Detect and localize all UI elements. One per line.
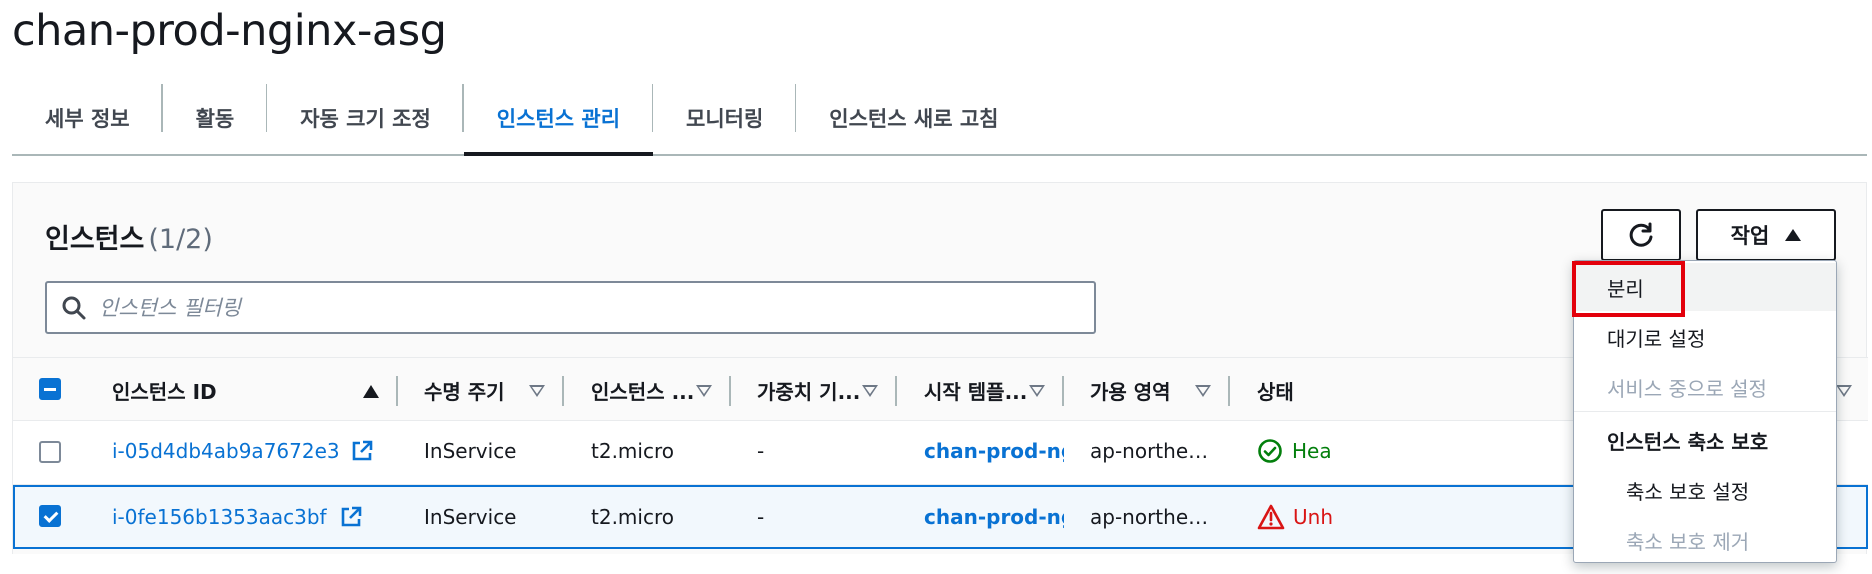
- external-link-icon[interactable]: [339, 505, 363, 529]
- sort-icon[interactable]: [529, 358, 549, 422]
- tab-instance-management[interactable]: 인스턴스 관리: [463, 82, 654, 156]
- instances-heading: 인스턴스 (1/2): [45, 217, 213, 256]
- instance-type-cell: t2.micro: [591, 439, 674, 463]
- column-label: 가중치 기...: [757, 379, 861, 404]
- tab-automatic-scaling[interactable]: 자동 크기 조정: [267, 82, 464, 154]
- tab-activity[interactable]: 활동: [163, 82, 268, 154]
- column-header-launch-template[interactable]: 시작 템플...: [924, 358, 1027, 422]
- column-header-availability-zone[interactable]: 가용 영역: [1090, 358, 1171, 422]
- refresh-icon: [1629, 222, 1653, 247]
- sort-icon[interactable]: [1195, 358, 1215, 422]
- sort-glyph: [529, 385, 545, 397]
- column-header-instance-id[interactable]: 인스턴스 ID: [112, 358, 217, 422]
- instance-id-cell: i-0fe156b1353aac3bf: [112, 487, 363, 547]
- tab-bar: 세부 정보 활동 자동 크기 조정 인스턴스 관리 모니터링 인스턴스 새로 고…: [12, 82, 1867, 156]
- launch-template-cell: chan-prod-ngin: [924, 487, 1064, 547]
- search-input[interactable]: [99, 283, 1079, 332]
- lifecycle-cell: InService: [424, 439, 517, 463]
- weight-cell: -: [757, 439, 765, 463]
- sort-icon[interactable]: [696, 358, 716, 422]
- column-label: 상태: [1257, 379, 1294, 404]
- availability-zone-cell: ap-northe…: [1090, 505, 1209, 529]
- tab-label: 활동: [195, 107, 235, 131]
- menu-item-remove-scale-in-protection: 축소 보호 제거: [1626, 529, 1750, 554]
- sort-ascending-icon[interactable]: [363, 358, 383, 422]
- page: chan-prod-nginx-asg 세부 정보 활동 자동 크기 조정 인스…: [0, 0, 1872, 574]
- health-status-text: Unh: [1293, 505, 1333, 529]
- menu-divider: [1574, 411, 1836, 412]
- column-header-lifecycle[interactable]: 수명 주기: [424, 358, 505, 422]
- column-label: 시작 템플...: [924, 379, 1028, 404]
- menu-group-scale-in-protection: 인스턴스 축소 보호: [1607, 429, 1769, 454]
- check-circle-icon: [1258, 439, 1282, 463]
- caret-up-icon: [1785, 229, 1802, 241]
- search-field[interactable]: [45, 281, 1096, 334]
- column-header-health[interactable]: 상태: [1257, 358, 1294, 422]
- tab-label: 자동 크기 조정: [300, 107, 431, 131]
- column-label: 수명 주기: [424, 379, 505, 404]
- launch-template-link[interactable]: chan-prod-ngin: [924, 505, 1064, 529]
- tab-label: 인스턴스 새로 고침: [829, 107, 999, 131]
- column-resizer[interactable]: [1062, 376, 1064, 406]
- row-checkbox[interactable]: [39, 441, 61, 463]
- sort-icon[interactable]: [862, 358, 882, 422]
- column-header-weight[interactable]: 가중치 기...: [757, 358, 860, 422]
- column-label: 인스턴스 ID: [112, 379, 217, 404]
- availability-zone-cell: ap-northe…: [1090, 439, 1209, 463]
- sort-glyph: [1029, 385, 1045, 397]
- actions-button[interactable]: 작업: [1696, 209, 1836, 261]
- tab-label: 세부 정보: [45, 107, 130, 131]
- health-status-text: Hea: [1292, 439, 1332, 463]
- instances-heading-text: 인스턴스: [45, 224, 145, 255]
- column-header-instance-type[interactable]: 인스턴스 ...: [591, 358, 694, 422]
- refresh-button[interactable]: [1601, 209, 1681, 261]
- page-title: chan-prod-nginx-asg: [12, 6, 447, 56]
- select-all-checkbox[interactable]: [39, 378, 61, 400]
- instance-type-cell: t2.micro: [591, 505, 674, 529]
- instance-id-link[interactable]: i-05d4db4ab9a7672e3: [112, 439, 340, 463]
- external-link-icon[interactable]: [350, 439, 374, 463]
- menu-item-set-scale-in-protection[interactable]: 축소 보호 설정: [1574, 466, 1836, 514]
- launch-template-link[interactable]: chan-prod-ngin: [924, 439, 1064, 463]
- lifecycle-cell: InService: [424, 505, 517, 529]
- tab-label: 인스턴스 관리: [496, 107, 621, 131]
- weight-cell: -: [757, 505, 765, 529]
- sort-glyph: [1195, 385, 1211, 397]
- search-icon: [62, 296, 86, 320]
- actions-button-label: 작업: [1730, 224, 1770, 248]
- sort-glyph: [696, 385, 712, 397]
- health-cell: Unh: [1257, 487, 1333, 547]
- column-label: 인스턴스 ...: [591, 379, 695, 404]
- sort-ascending-glyph: [363, 385, 379, 398]
- menu-item-set-standby[interactable]: 대기로 설정: [1574, 313, 1836, 361]
- menu-item-set-inservice: 서비스 중으로 설정: [1607, 376, 1767, 401]
- sort-icon[interactable]: [1029, 358, 1049, 422]
- instances-count: (1/2): [148, 224, 213, 255]
- launch-template-cell: chan-prod-ngin: [924, 421, 1064, 481]
- sort-glyph: [1836, 385, 1852, 397]
- column-resizer[interactable]: [1228, 376, 1230, 406]
- column-resizer[interactable]: [396, 376, 398, 406]
- column-label: 가용 영역: [1090, 379, 1171, 404]
- menu-item-detach[interactable]: 분리: [1574, 263, 1836, 311]
- tab-monitoring[interactable]: 모니터링: [653, 82, 797, 154]
- health-cell: Hea: [1257, 421, 1332, 481]
- tab-label: 모니터링: [686, 107, 764, 131]
- column-resizer[interactable]: [562, 376, 564, 406]
- tab-instance-refresh[interactable]: 인스턴스 새로 고침: [796, 82, 1031, 154]
- instance-id-link[interactable]: i-0fe156b1353aac3bf: [112, 505, 327, 529]
- column-resizer[interactable]: [729, 376, 731, 406]
- warning-triangle-icon: [1257, 504, 1285, 530]
- sort-icon[interactable]: [1836, 358, 1856, 422]
- column-resizer[interactable]: [895, 376, 897, 406]
- instance-id-cell: i-05d4db4ab9a7672e3: [112, 421, 374, 481]
- actions-dropdown-menu: 분리 대기로 설정 서비스 중으로 설정 인스턴스 축소 보호 축소 보호 설정…: [1573, 260, 1837, 563]
- row-checkbox[interactable]: [39, 505, 61, 527]
- sort-glyph: [862, 385, 878, 397]
- tab-details[interactable]: 세부 정보: [12, 82, 163, 154]
